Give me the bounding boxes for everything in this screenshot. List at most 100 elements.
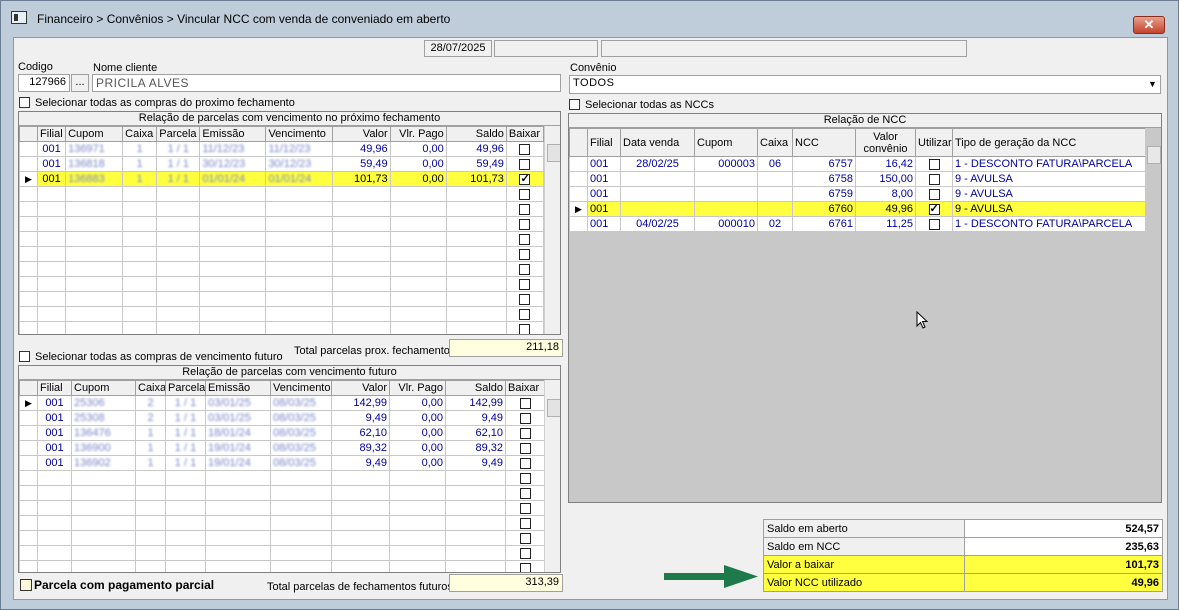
ncc-cell-utilizar[interactable] bbox=[915, 216, 953, 232]
baixar-checkbox[interactable] bbox=[519, 487, 531, 499]
future-cell-baixar[interactable] bbox=[505, 395, 545, 411]
baixar-checkbox[interactable] bbox=[519, 293, 531, 305]
table-row[interactable]: 001 136900 1 1 / 1 19/01/24 08/03/25 89,32 0,00… bbox=[19, 440, 545, 456]
table-row[interactable]: 001 6758 150,00 9 - AVULSA bbox=[569, 171, 1146, 187]
table-row[interactable]: 001 28/02/25 000003 06 6757 16,42 1 - DESCONTO… bbox=[569, 156, 1146, 172]
grid-ncc-col-5[interactable]: Valor convênio bbox=[855, 128, 916, 157]
future-cell-baixar[interactable] bbox=[505, 425, 545, 441]
grid-future-col-4[interactable]: Emissão bbox=[205, 380, 271, 396]
grid-next-scrollbar[interactable] bbox=[544, 126, 560, 334]
table-row[interactable]: 001 136971 1 1 / 1 11/12/23 11/12/23 49,96 0,00… bbox=[19, 141, 545, 157]
grid-ncc-col-4[interactable]: NCC bbox=[792, 128, 856, 157]
grid-future-col-7[interactable]: Vlr. Pago bbox=[389, 380, 446, 396]
utilizar-checkbox[interactable] bbox=[928, 188, 940, 200]
future-cell-baixar[interactable] bbox=[505, 530, 545, 546]
grid-next-col-9[interactable]: Baixar bbox=[505, 126, 545, 142]
table-row[interactable] bbox=[19, 470, 545, 486]
table-row[interactable] bbox=[19, 485, 545, 501]
baixar-checkbox[interactable] bbox=[519, 278, 531, 290]
grid-future-col-0[interactable]: Filial bbox=[37, 380, 72, 396]
table-row[interactable]: 001 6759 8,00 9 - AVULSA bbox=[569, 186, 1146, 202]
future-cell-baixar[interactable] bbox=[505, 485, 545, 501]
next-cell-baixar[interactable] bbox=[505, 141, 545, 157]
future-cell-baixar[interactable] bbox=[505, 560, 545, 572]
parcial-checkbox[interactable] bbox=[20, 579, 32, 591]
table-row[interactable] bbox=[19, 545, 545, 561]
table-row[interactable] bbox=[19, 515, 545, 531]
baixar-checkbox[interactable] bbox=[519, 427, 531, 439]
table-row[interactable] bbox=[19, 201, 545, 217]
next-cell-baixar[interactable] bbox=[505, 306, 545, 322]
grid-future-scrollbar[interactable] bbox=[544, 380, 560, 572]
grid-next-col-0[interactable]: Filial bbox=[37, 126, 67, 142]
grid-ncc-col-2[interactable]: Cupom bbox=[694, 128, 758, 157]
grid-future-col-2[interactable]: Caixa bbox=[135, 380, 166, 396]
next-cell-baixar[interactable] bbox=[505, 246, 545, 262]
table-row[interactable] bbox=[19, 216, 545, 232]
baixar-checkbox[interactable] bbox=[519, 442, 531, 454]
grid-ncc-scrollbar[interactable] bbox=[1145, 128, 1161, 502]
baixar-checkbox[interactable] bbox=[519, 188, 531, 200]
grid-ncc-col-3[interactable]: Caixa bbox=[757, 128, 793, 157]
baixar-checkbox[interactable] bbox=[519, 397, 531, 409]
table-row[interactable]: 001 136902 1 1 / 1 19/01/24 08/03/25 9,49 0,00 9… bbox=[19, 455, 545, 471]
next-cell-baixar[interactable] bbox=[505, 321, 545, 334]
table-row[interactable] bbox=[19, 291, 545, 307]
grid-next-col-8[interactable]: Saldo bbox=[445, 126, 507, 142]
select-all-ncc-checkbox[interactable] bbox=[569, 99, 580, 110]
grid-next-col-3[interactable]: Parcela bbox=[156, 126, 201, 142]
table-row[interactable]: 001 136818 1 1 / 1 30/12/23 30/12/23 59,49 0,00… bbox=[19, 156, 545, 172]
grid-future-col-5[interactable]: Vencimento bbox=[270, 380, 332, 396]
baixar-checkbox[interactable] bbox=[519, 517, 531, 529]
baixar-checkbox[interactable] bbox=[519, 457, 531, 469]
future-cell-baixar[interactable] bbox=[505, 440, 545, 456]
grid-ncc-scroll-thumb[interactable] bbox=[1147, 146, 1161, 164]
next-cell-baixar[interactable] bbox=[505, 156, 545, 172]
grid-next-scroll-thumb[interactable] bbox=[547, 144, 560, 162]
table-row[interactable] bbox=[19, 530, 545, 546]
table-row[interactable] bbox=[19, 186, 545, 202]
baixar-checkbox[interactable] bbox=[519, 412, 531, 424]
ncc-cell-utilizar[interactable] bbox=[915, 201, 953, 217]
utilizar-checkbox[interactable] bbox=[928, 158, 940, 170]
grid-next-col-2[interactable]: Caixa bbox=[122, 126, 158, 142]
nome-input[interactable]: PRICILA ALVES bbox=[92, 74, 561, 92]
grid-next-col-1[interactable]: Cupom bbox=[65, 126, 124, 142]
baixar-checkbox[interactable] bbox=[519, 532, 531, 544]
future-cell-baixar[interactable] bbox=[505, 470, 545, 486]
utilizar-checkbox[interactable] bbox=[928, 203, 940, 215]
ncc-cell-utilizar[interactable] bbox=[915, 171, 953, 187]
baixar-checkbox[interactable] bbox=[519, 248, 531, 260]
grid-future-col-6[interactable]: Valor bbox=[331, 380, 390, 396]
next-cell-baixar[interactable] bbox=[505, 216, 545, 232]
next-cell-baixar[interactable] bbox=[505, 201, 545, 217]
grid-future-col-3[interactable]: Parcela bbox=[165, 380, 206, 396]
baixar-checkbox[interactable] bbox=[519, 173, 531, 185]
utilizar-checkbox[interactable] bbox=[928, 218, 940, 230]
baixar-checkbox[interactable] bbox=[519, 323, 531, 334]
codigo-input[interactable]: 127966 bbox=[18, 74, 70, 92]
ncc-cell-utilizar[interactable] bbox=[915, 186, 953, 202]
table-row[interactable]: 001 136476 1 1 / 1 18/01/24 08/03/25 62,10 0,00… bbox=[19, 425, 545, 441]
future-cell-baixar[interactable] bbox=[505, 455, 545, 471]
table-row[interactable]: 001 04/02/25 000010 02 6761 11,25 1 - DESCONTO… bbox=[569, 216, 1146, 232]
close-button[interactable]: ✕ bbox=[1133, 16, 1165, 34]
chevron-down-icon[interactable]: ▼ bbox=[1145, 76, 1160, 93]
table-row[interactable]: ▶ 001 136883 1 1 / 1 01/01/24 01/01/24 101,73 0,… bbox=[19, 171, 545, 187]
select-all-future-checkbox[interactable] bbox=[19, 351, 30, 362]
grid-future-scroll-thumb[interactable] bbox=[547, 399, 560, 417]
ncc-cell-utilizar[interactable] bbox=[915, 156, 953, 172]
table-row[interactable] bbox=[19, 560, 545, 572]
convenio-select[interactable]: TODOS bbox=[569, 75, 1161, 94]
next-cell-baixar[interactable] bbox=[505, 261, 545, 277]
table-row[interactable]: ▶001 676049,96 9 - AVULSA bbox=[569, 201, 1146, 217]
next-cell-baixar[interactable] bbox=[505, 291, 545, 307]
grid-next-col-6[interactable]: Valor bbox=[331, 126, 391, 142]
grid-ncc-col-6[interactable]: Utilizar bbox=[915, 128, 953, 157]
future-cell-baixar[interactable] bbox=[505, 545, 545, 561]
grid-future-col-1[interactable]: Cupom bbox=[71, 380, 136, 396]
next-cell-baixar[interactable] bbox=[505, 186, 545, 202]
table-row[interactable] bbox=[19, 321, 545, 334]
baixar-checkbox[interactable] bbox=[519, 502, 531, 514]
future-cell-baixar[interactable] bbox=[505, 500, 545, 516]
